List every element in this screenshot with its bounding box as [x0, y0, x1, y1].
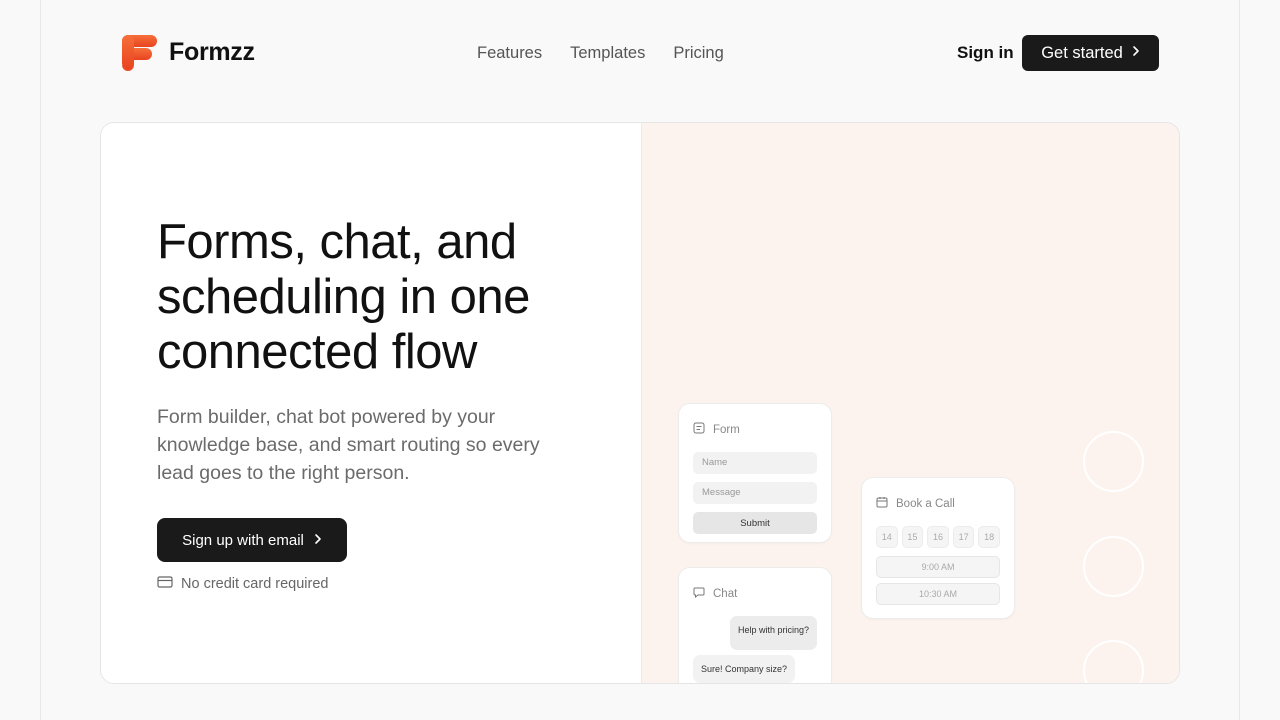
credit-card-icon [157, 576, 173, 592]
sign-up-email-button[interactable]: Sign up with email [157, 518, 347, 562]
submit-button: Submit [693, 512, 817, 534]
get-started-button[interactable]: Get started [1022, 35, 1159, 71]
chevron-right-icon [1132, 43, 1140, 63]
no-credit-card-text: No credit card required [181, 576, 329, 592]
form-doc-icon [693, 422, 705, 437]
user-message-bubble: Help with pricing? [729, 616, 817, 650]
form-card-title: Form [713, 423, 740, 436]
nav-features[interactable]: Features [477, 42, 542, 64]
nav-pricing[interactable]: Pricing [673, 42, 723, 64]
calendar-icon [876, 496, 888, 511]
book-card-title: Book a Call [896, 497, 955, 510]
hero-left-panel: Forms, chat, and scheduling in one conne… [101, 123, 641, 683]
decorative-circle [1083, 431, 1144, 492]
formzz-logo-icon[interactable] [120, 33, 158, 73]
name-field: Name [693, 452, 817, 474]
day-option: 14 [876, 526, 898, 548]
decorative-circle [1083, 640, 1144, 683]
day-option: 18 [978, 526, 1000, 548]
main-nav: Features Templates Pricing [477, 42, 724, 64]
sign-in-link[interactable]: Sign in [957, 42, 1014, 64]
hero-headline: Forms, chat, and scheduling in one conne… [157, 215, 530, 379]
hero-illustration-panel: Form Name Message Submit Chat Help with … [641, 123, 1179, 683]
book-card-header: Book a Call [876, 496, 1000, 511]
bot-message-bubble: Sure! Company size? [693, 655, 796, 683]
message-field: Message [693, 482, 817, 504]
brand-name[interactable]: Formzz [169, 36, 255, 68]
chat-bubble-icon [693, 586, 705, 601]
frame-line-left [40, 0, 41, 720]
chat-card-title: Chat [713, 587, 738, 600]
chat-card-header: Chat [693, 586, 817, 601]
time-slot: 9:00 AM [876, 556, 1000, 578]
sign-up-label: Sign up with email [182, 531, 304, 549]
form-preview-card: Form Name Message Submit [678, 403, 832, 543]
day-option: 17 [952, 526, 975, 548]
hero-card: Forms, chat, and scheduling in one conne… [100, 122, 1180, 684]
book-call-preview-card: Book a Call 14 15 16 17 18 9:00 AM 10:30… [861, 477, 1015, 619]
time-slot: 10:30 AM [876, 583, 1000, 605]
form-card-header: Form [693, 422, 817, 437]
no-credit-card-note: No credit card required [157, 576, 329, 592]
frame-line-right [1239, 0, 1240, 720]
hero-subtext: Form builder, chat bot powered by your k… [157, 406, 540, 484]
day-option: 16 [927, 526, 949, 548]
get-started-label: Get started [1041, 44, 1123, 62]
chevron-right-icon [314, 532, 322, 549]
decorative-circle [1083, 536, 1144, 597]
day-picker: 14 15 16 17 18 [876, 526, 1000, 548]
chat-preview-card: Chat Help with pricing? Sure! Company si… [678, 567, 832, 683]
day-option: 15 [901, 526, 924, 548]
nav-templates[interactable]: Templates [570, 42, 645, 64]
